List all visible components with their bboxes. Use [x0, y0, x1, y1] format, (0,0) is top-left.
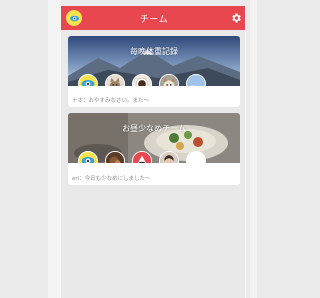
member-avatar[interactable]: [105, 74, 125, 86]
member-avatar[interactable]: [78, 151, 98, 163]
member-avatar[interactable]: [159, 74, 179, 86]
right-gutter: [250, 0, 257, 298]
team-banner-image: お昼少なめチーム: [68, 113, 240, 163]
member-avatar[interactable]: [186, 151, 206, 163]
member-avatar[interactable]: [78, 74, 98, 86]
screen: チーム 毎晩体重記録 ナオ：おやすみなさい。また～ お昼少なめチーム eri：今…: [0, 0, 297, 298]
eye-mascot-icon[interactable]: [66, 10, 82, 26]
member-avatars: [78, 151, 206, 163]
page-title: チーム: [139, 14, 169, 25]
member-avatars: [78, 74, 206, 86]
last-message: eri：今日も少なめにしました～: [72, 176, 151, 182]
gear-icon[interactable]: [229, 11, 242, 24]
member-avatar[interactable]: [105, 151, 125, 163]
team-card[interactable]: お昼少なめチーム eri：今日も少なめにしました～: [68, 113, 240, 185]
app-frame: チーム 毎晩体重記録 ナオ：おやすみなさい。また～ お昼少なめチーム eri：今…: [60, 6, 246, 298]
team-banner-image: 毎晩体重記録: [68, 36, 240, 86]
left-gutter: [48, 0, 60, 298]
team-name: お昼少なめチーム: [122, 124, 186, 133]
team-name: 毎晩体重記録: [130, 47, 178, 56]
last-message: ナオ：おやすみなさい。また～: [72, 98, 150, 104]
app-header: チーム: [61, 6, 245, 30]
member-avatar[interactable]: [186, 74, 206, 86]
team-card[interactable]: 毎晩体重記録 ナオ：おやすみなさい。また～: [68, 36, 240, 107]
member-avatar[interactable]: [132, 74, 152, 86]
member-avatar[interactable]: [159, 151, 179, 163]
member-avatar[interactable]: [132, 151, 152, 163]
